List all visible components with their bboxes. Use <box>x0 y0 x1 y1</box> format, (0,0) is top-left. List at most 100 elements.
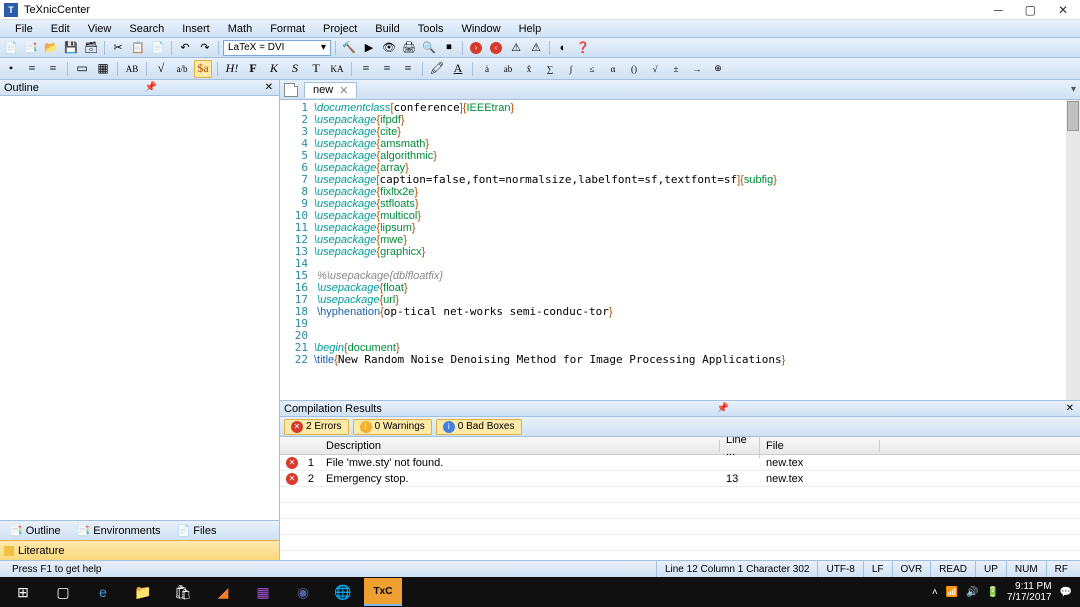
tray-clock[interactable]: 9:11 PM7/17/2017 <box>1007 581 1052 603</box>
paste-icon[interactable]: 📄 <box>149 40 167 56</box>
math12-icon[interactable]: ⊕ <box>709 60 727 78</box>
filter-warnings[interactable]: !0 Warnings <box>353 419 432 435</box>
outline-pin-icon[interactable]: 📌 <box>143 82 159 93</box>
tab-outline[interactable]: 📑Outline <box>2 522 68 539</box>
math3-icon[interactable]: x̂ <box>520 60 538 78</box>
store-icon[interactable]: 🛍 <box>164 578 202 606</box>
err-prev-icon[interactable]: ‹ <box>487 40 505 56</box>
menu-file[interactable]: File <box>6 22 42 36</box>
saveall-icon[interactable]: 🗃 <box>82 40 100 56</box>
tab-close-icon[interactable]: ✕ <box>339 84 348 97</box>
math4-icon[interactable]: ∑ <box>541 60 559 78</box>
tab-files[interactable]: 📄Files <box>170 522 224 539</box>
math1-icon[interactable]: ȧ <box>478 60 496 78</box>
menu-tools[interactable]: Tools <box>409 22 453 36</box>
left-icon[interactable]: ≡ <box>357 60 375 78</box>
enum-icon[interactable]: ≡ <box>44 60 62 78</box>
editor-tab[interactable]: new ✕ <box>304 82 357 98</box>
explorer-icon[interactable]: 📁 <box>124 578 162 606</box>
warn2-icon[interactable]: ⚠ <box>527 40 545 56</box>
menu-insert[interactable]: Insert <box>173 22 219 36</box>
code-editor[interactable]: 12345678910111213141516171819202122 \doc… <box>280 100 1080 400</box>
vertical-scrollbar[interactable] <box>1066 100 1080 400</box>
edge-icon[interactable]: e <box>84 578 122 606</box>
filter-boxes[interactable]: i0 Bad Boxes <box>436 419 522 435</box>
menu-window[interactable]: Window <box>452 22 509 36</box>
math7-icon[interactable]: α <box>604 60 622 78</box>
math8-icon[interactable]: () <box>625 60 643 78</box>
math9-icon[interactable]: √ <box>646 60 664 78</box>
tray-up-icon[interactable]: ˄ <box>932 587 938 598</box>
results-grid[interactable]: Description Line ... File ✕1File 'mwe.st… <box>280 437 1080 560</box>
item-icon[interactable]: • <box>2 60 20 78</box>
right-icon[interactable]: ≡ <box>399 60 417 78</box>
minimize-button[interactable]: ─ <box>994 3 1003 17</box>
find-icon[interactable]: 🔍 <box>420 40 438 56</box>
menu-edit[interactable]: Edit <box>42 22 79 36</box>
filter-errors[interactable]: ✕2 Errors <box>284 419 349 435</box>
results-pin-icon[interactable]: 📌 <box>714 403 730 414</box>
italic-icon[interactable]: K <box>265 60 283 78</box>
font-color-icon[interactable]: A <box>449 60 467 78</box>
eclipse-icon[interactable]: ◉ <box>284 578 322 606</box>
matlab-icon[interactable]: ◢ <box>204 578 242 606</box>
bold-icon[interactable]: F <box>244 60 262 78</box>
dollar-icon[interactable]: $a <box>194 60 212 78</box>
view-icon[interactable]: 👁 <box>380 40 398 56</box>
tray-power-icon[interactable]: 🔋 <box>987 587 999 598</box>
tab-menu-icon[interactable]: ▾ <box>1071 84 1076 95</box>
em-icon[interactable]: H! <box>223 60 241 78</box>
redo-icon[interactable]: ↷ <box>196 40 214 56</box>
new-project-icon[interactable]: 📑 <box>22 40 40 56</box>
sc-icon[interactable]: KA <box>328 60 346 78</box>
save-icon[interactable]: 💾 <box>62 40 80 56</box>
texnic-task-icon[interactable]: TxC <box>364 578 402 606</box>
taskview-icon[interactable]: ▢ <box>44 578 82 606</box>
tray-notif-icon[interactable]: 💬 <box>1060 587 1072 598</box>
new-icon[interactable]: 📄 <box>2 40 20 56</box>
profile-combo[interactable]: LaTeX = DVI▾ <box>223 40 331 56</box>
menu-project[interactable]: Project <box>314 22 366 36</box>
abc-icon[interactable]: AB <box>123 60 141 78</box>
outline-body[interactable] <box>0 96 279 520</box>
center-icon[interactable]: ≡ <box>378 60 396 78</box>
open-icon[interactable]: 📂 <box>42 40 60 56</box>
undo-icon[interactable]: ↶ <box>176 40 194 56</box>
figure-icon[interactable]: ▭ <box>73 60 91 78</box>
print-icon[interactable]: 🖨 <box>400 40 418 56</box>
build-view-icon[interactable]: ▶ <box>360 40 378 56</box>
cut-icon[interactable]: ✂ <box>109 40 127 56</box>
stop-icon[interactable]: ⏹ <box>440 40 458 56</box>
help-icon[interactable]: ❓ <box>574 40 592 56</box>
tab-environments[interactable]: 📑Environments <box>70 522 168 539</box>
err-next-icon[interactable]: › <box>467 40 485 56</box>
math10-icon[interactable]: ± <box>667 60 685 78</box>
frac-icon[interactable]: a/b <box>173 60 191 78</box>
results-close-icon[interactable]: ✕ <box>1064 403 1076 414</box>
warn-icon[interactable]: ⚠ <box>507 40 525 56</box>
menu-build[interactable]: Build <box>366 22 408 36</box>
math2-icon[interactable]: ab <box>499 60 517 78</box>
start-button[interactable]: ⊞ <box>4 578 42 606</box>
error-row[interactable]: ✕1File 'mwe.sty' not found.new.tex <box>280 455 1080 471</box>
slant-icon[interactable]: S <box>286 60 304 78</box>
copy-icon[interactable]: 📋 <box>129 40 147 56</box>
build-icon[interactable]: 🔨 <box>340 40 358 56</box>
error-row[interactable]: ✕2Emergency stop.13new.tex <box>280 471 1080 487</box>
table-icon[interactable]: ▦ <box>94 60 112 78</box>
tt-icon[interactable]: T <box>307 60 325 78</box>
chrome-icon[interactable]: 🌐 <box>324 578 362 606</box>
app1-icon[interactable]: ▦ <box>244 578 282 606</box>
menu-view[interactable]: View <box>79 22 121 36</box>
menu-format[interactable]: Format <box>261 22 314 36</box>
tab-literature[interactable]: Literature <box>18 545 64 557</box>
outline-close-icon[interactable]: ✕ <box>263 82 275 93</box>
color-icon[interactable]: 🖍 <box>428 60 446 78</box>
menu-search[interactable]: Search <box>120 22 173 36</box>
tray-net-icon[interactable]: 📶 <box>946 587 958 598</box>
bullet-icon[interactable]: ≡ <box>23 60 41 78</box>
menu-math[interactable]: Math <box>219 22 261 36</box>
close-button[interactable]: ✕ <box>1058 3 1068 17</box>
menu-help[interactable]: Help <box>510 22 551 36</box>
output-icon[interactable]: ◐ <box>554 40 572 56</box>
